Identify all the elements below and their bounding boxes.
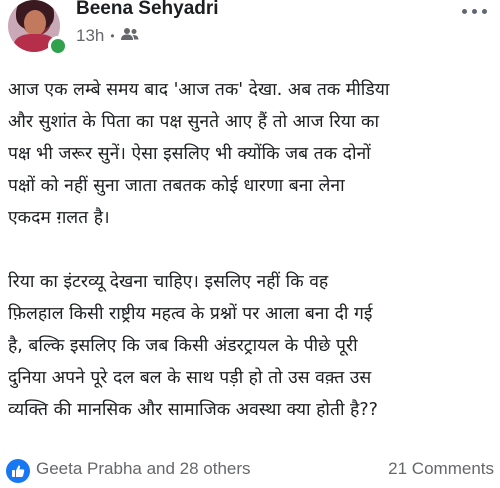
reactors-summary[interactable]: Geeta Prabha and 28 others (36, 459, 251, 479)
text-line: पक्षों को नहीं सुना जाता तबतक कोई धारणा … (8, 176, 345, 196)
text-line: रिया का इंटरव्यू देखना चाहिए। इसलिए नहीं… (8, 272, 329, 292)
post-header: Beena Sehyadri 13h • (0, 0, 500, 60)
text-line: आज एक लम्बे समय बाद 'आज तक' देखा. अब तक … (8, 80, 390, 100)
like-thumb-icon[interactable] (6, 459, 30, 483)
online-status-indicator (48, 36, 68, 56)
more-horizontal-icon[interactable] (458, 4, 490, 18)
author-avatar[interactable] (8, 0, 68, 56)
text-line: और सुशांत के पिता का पक्ष सुनते आए हैं त… (8, 112, 380, 132)
author-name[interactable]: Beena Sehyadri (76, 0, 219, 20)
text-line: दुनिया अपने पूरे दल बल के साथ पड़ी हो तो… (8, 368, 372, 388)
meta-separator: • (110, 29, 115, 43)
text-line: व्यक्ति की मानसिक और सामाजिक अवस्था क्या… (8, 400, 378, 420)
post-paragraph: आज एक लम्बे समय बाद 'आज तक' देखा. अब तक … (8, 74, 496, 234)
post-text: आज एक लम्बे समय बाद 'आज तक' देखा. अब तक … (8, 74, 496, 458)
text-line: एकदम ग़लत है। (8, 208, 110, 228)
text-line: फ़िलहाल किसी राष्ट्रीय महत्व के प्रश्नों… (8, 304, 373, 324)
post-footer: Geeta Prabha and 28 others 21 Comments (0, 456, 500, 488)
post-paragraph: रिया का इंटरव्यू देखना चाहिए। इसलिए नहीं… (8, 266, 496, 426)
post-meta: 13h • (76, 26, 139, 46)
text-line: पक्ष भी जरूर सुनें। ऐसा इसलिए भी क्योंकि… (8, 144, 371, 164)
friends-icon[interactable] (120, 26, 139, 46)
post-time[interactable]: 13h (76, 26, 104, 46)
text-line: है, बल्कि इसलिए कि जब किसी अंडरट्रायल के… (8, 336, 358, 356)
comments-count[interactable]: 21 Comments (388, 459, 494, 479)
